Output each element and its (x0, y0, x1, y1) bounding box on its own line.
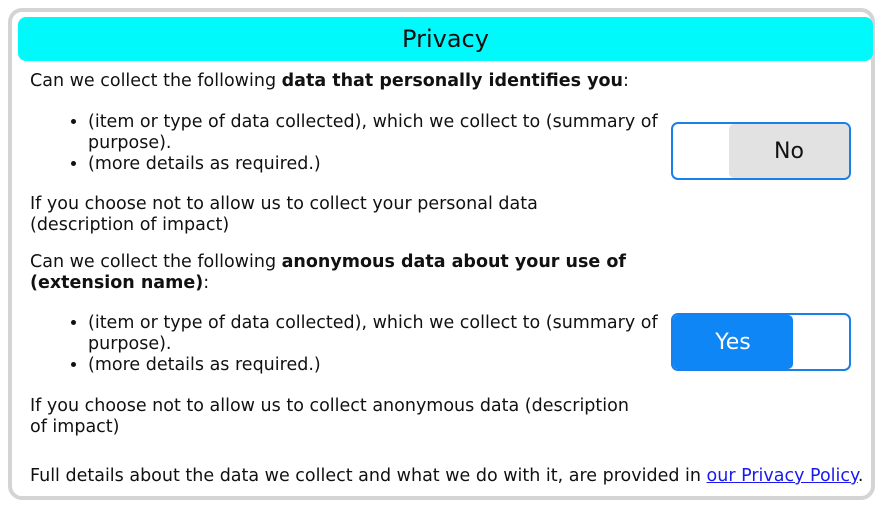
anonymous-data-toggle[interactable]: Yes (671, 313, 851, 371)
privacy-policy-link[interactable]: our Privacy Policy (707, 466, 858, 486)
personal-data-impact: If you choose not to allow us to collect… (30, 194, 538, 235)
toggle-knob: Yes (673, 315, 793, 369)
personal-data-question: Can we collect the following data that p… (30, 71, 630, 92)
panel-title-bar: Privacy (18, 17, 873, 61)
personal-question-bold: data that personally identifies you (281, 71, 624, 91)
list-item: (more details as required.) (88, 154, 658, 175)
toggle-knob: No (729, 124, 849, 178)
toggle-label: No (774, 138, 804, 164)
list-item: (more details as required.) (88, 355, 658, 376)
toggle-label: Yes (715, 329, 751, 355)
list-item: (item or type of data collected), which … (88, 112, 658, 154)
anonymous-data-question: Can we collect the following anonymous d… (30, 252, 655, 294)
personal-data-toggle[interactable]: No (671, 122, 851, 180)
anonymous-question-suffix: : (203, 273, 210, 293)
panel-title: Privacy (402, 25, 489, 53)
personal-question-suffix: : (623, 71, 629, 91)
personal-question-prefix: Can we collect the following (30, 71, 282, 91)
anonymous-data-list: (item or type of data collected), which … (70, 313, 658, 376)
footer-text: Full details about the data we collect a… (30, 466, 870, 487)
footer-text-body: Full details about the data we collect a… (30, 466, 707, 486)
personal-data-list: (item or type of data collected), which … (70, 112, 658, 175)
anonymous-question-prefix: Can we collect the following (30, 252, 282, 272)
anonymous-data-impact: If you choose not to allow us to collect… (30, 396, 629, 437)
list-item: (item or type of data collected), which … (88, 313, 658, 355)
footer-suffix: . (857, 466, 864, 486)
